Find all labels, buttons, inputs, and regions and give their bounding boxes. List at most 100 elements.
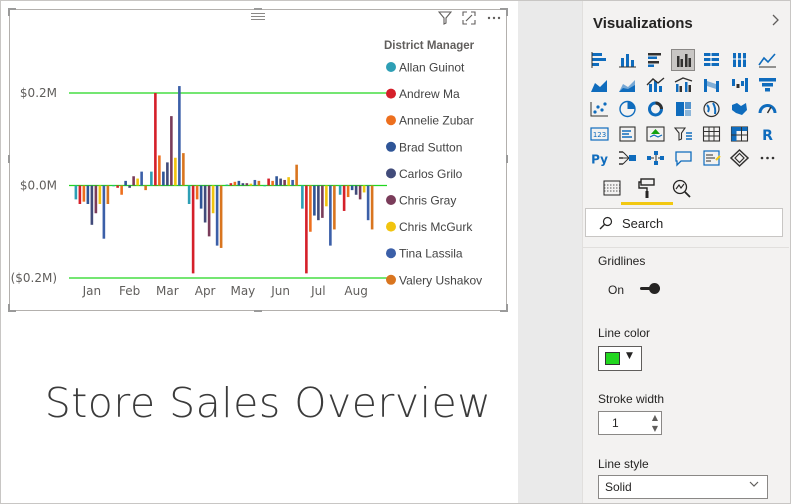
svg-text:123: 123	[592, 131, 605, 139]
stroke-width-input[interactable]: 1 ▲ ▼	[598, 411, 662, 435]
legend-marker	[386, 248, 396, 259]
y-tick-label: ($0.2M)	[11, 271, 57, 285]
key-influencers-icon[interactable]	[615, 147, 639, 169]
gridlines-label: Gridlines	[598, 254, 646, 268]
waterfall-icon[interactable]	[727, 74, 751, 96]
funnel-icon[interactable]	[755, 74, 779, 96]
clustered-column-visual[interactable]: $0.2M $0.0M ($0.2M) Jan Feb Mar Apr May Jun Jul Au…	[9, 9, 507, 311]
bar	[263, 185, 266, 187]
resize-handle[interactable]	[500, 8, 508, 16]
clustered-bar-icon[interactable]	[643, 49, 667, 71]
bar	[132, 176, 135, 186]
legend-marker	[386, 115, 396, 126]
resize-handle[interactable]	[254, 310, 262, 312]
stacked-area-icon[interactable]	[615, 74, 639, 96]
resize-handle[interactable]	[8, 304, 16, 312]
bar	[271, 180, 274, 186]
line-color-label: Line color	[598, 326, 651, 340]
bar	[106, 185, 110, 204]
decomposition-tree-icon[interactable]	[643, 147, 667, 169]
clustered-column-icon[interactable]	[671, 49, 695, 71]
bar	[233, 181, 237, 186]
tab-fields[interactable]	[599, 175, 625, 201]
search-input[interactable]: Search	[585, 208, 783, 237]
legend-item-label: Annelie Zubar	[399, 114, 474, 128]
increment-icon[interactable]: ▲	[652, 413, 658, 422]
resize-handle[interactable]	[500, 304, 508, 312]
100-stacked-bar-icon[interactable]	[699, 49, 723, 71]
gauge-icon[interactable]	[755, 98, 779, 120]
bar	[366, 185, 370, 221]
search-placeholder: Search	[622, 216, 664, 231]
stroke-width-value: 1	[612, 416, 619, 430]
line-clustered-column-icon[interactable]	[671, 74, 695, 96]
r-visual-icon[interactable]: R	[755, 123, 779, 145]
pie-chart-icon[interactable]	[615, 98, 639, 120]
scatter-icon[interactable]	[587, 98, 611, 120]
tab-format[interactable]	[634, 175, 660, 201]
x-tick-label: Jun	[270, 284, 290, 298]
treemap-icon[interactable]	[671, 98, 695, 120]
stacked-column-icon[interactable]	[615, 49, 639, 71]
slicer-icon[interactable]	[671, 123, 695, 145]
bar	[275, 176, 278, 186]
matrix-icon[interactable]	[727, 123, 751, 145]
bar	[191, 185, 195, 274]
ribbon-chart-icon[interactable]	[699, 74, 723, 96]
bar	[313, 185, 316, 216]
x-tick-label: Aug	[344, 284, 367, 298]
more-icon[interactable]	[755, 147, 779, 169]
map-icon[interactable]	[699, 98, 723, 120]
resize-handle[interactable]	[8, 8, 16, 16]
python-visual-icon[interactable]: Py	[587, 147, 611, 169]
bar	[207, 185, 211, 237]
legend-marker	[386, 274, 396, 285]
resize-handle[interactable]	[254, 8, 262, 10]
bar	[136, 178, 139, 186]
legend-item-label: Carlos Grilo	[399, 167, 463, 181]
bar	[120, 185, 123, 195]
bar	[94, 185, 98, 214]
bar	[249, 183, 253, 186]
decrement-icon[interactable]: ▼	[652, 424, 658, 433]
bar	[321, 185, 324, 218]
stacked-bar-icon[interactable]	[587, 49, 611, 71]
bar	[245, 183, 249, 186]
bar	[178, 86, 181, 186]
filled-map-icon[interactable]	[727, 98, 751, 120]
area-chart-icon[interactable]	[587, 74, 611, 96]
line-color-picker[interactable]: ▼	[598, 346, 642, 371]
card-icon[interactable]: 123	[587, 123, 611, 145]
bar	[102, 185, 106, 239]
line-style-select[interactable]: Solid	[598, 475, 768, 499]
smart-narrative-icon[interactable]	[699, 147, 723, 169]
bar	[241, 183, 245, 186]
table-icon[interactable]	[699, 123, 723, 145]
qa-icon[interactable]	[671, 147, 695, 169]
legend-marker	[386, 221, 396, 232]
donut-icon[interactable]	[643, 98, 667, 120]
gridlines-toggle[interactable]	[649, 283, 660, 294]
bar	[225, 184, 229, 186]
power-apps-icon[interactable]	[727, 147, 751, 169]
100-stacked-column-icon[interactable]	[727, 49, 751, 71]
bar	[86, 185, 90, 204]
resize-handle[interactable]	[506, 155, 508, 163]
legend-item-label: Valery Ushakov	[399, 273, 482, 287]
line-column-icon[interactable]	[643, 74, 667, 96]
x-tick-label: Mar	[156, 284, 179, 298]
bar	[128, 185, 131, 188]
bar	[325, 185, 328, 207]
collapse-pane-icon[interactable]	[770, 13, 780, 31]
report-canvas: $0.2M $0.0M ($0.2M) Jan Feb Mar Apr May Jun Jul Au…	[1, 1, 518, 503]
legend-item-label: Chris McGurk	[399, 220, 473, 234]
chart-plot: $0.2M $0.0M ($0.2M) Jan Feb Mar Apr May Jun Jul Au…	[11, 40, 483, 298]
bar	[174, 157, 177, 186]
bar	[370, 185, 374, 230]
resize-handle[interactable]	[8, 155, 10, 163]
tab-analytics[interactable]	[669, 175, 695, 201]
line-chart-icon[interactable]	[755, 49, 779, 71]
multi-row-card-icon[interactable]	[615, 123, 639, 145]
toggle-state-label: On	[608, 283, 625, 297]
kpi-icon[interactable]	[643, 123, 667, 145]
